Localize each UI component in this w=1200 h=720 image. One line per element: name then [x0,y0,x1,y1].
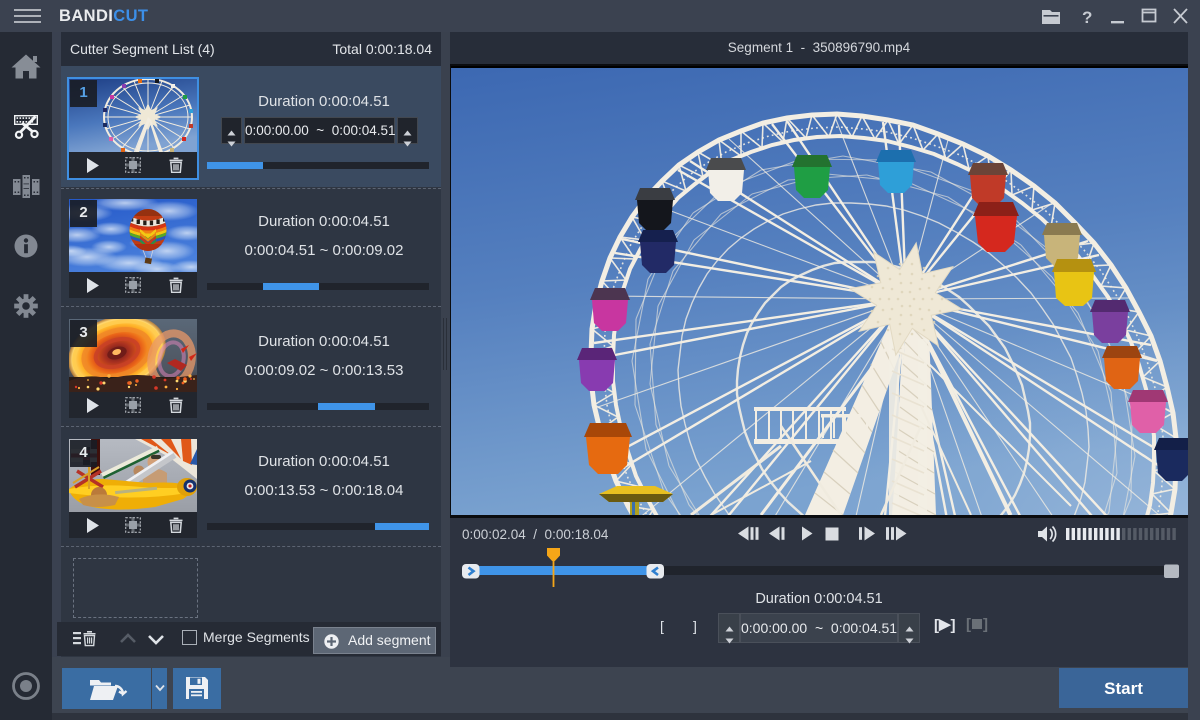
svg-text:?: ? [1082,8,1092,27]
